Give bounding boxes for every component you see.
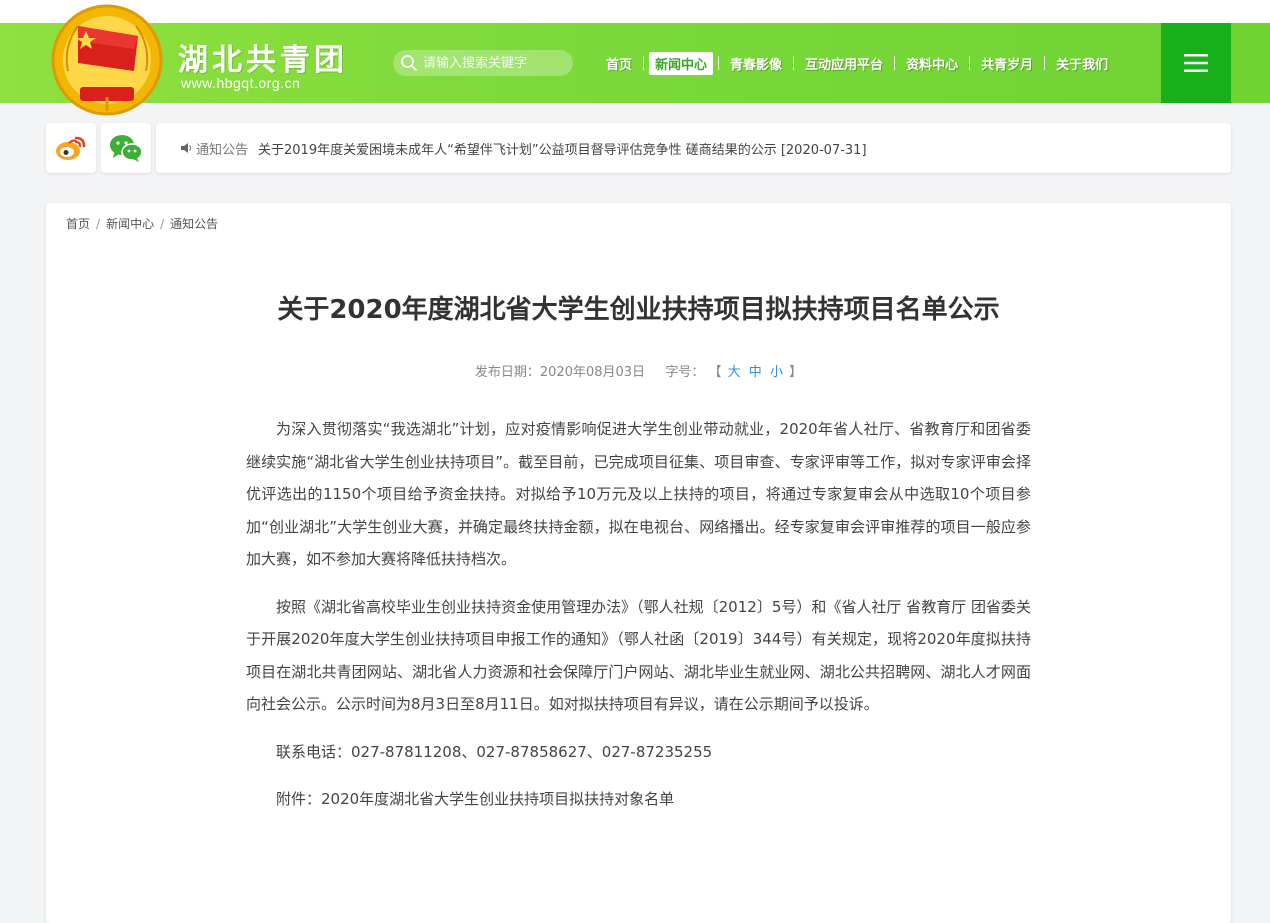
site-header: 湖北共青团 www.hbgqt.org.cn 首页 新闻中心 青春影像 互动应用… xyxy=(0,4,1270,116)
nav-divider xyxy=(643,56,645,70)
breadcrumb-separator: / xyxy=(96,216,101,231)
menu-button[interactable] xyxy=(1161,23,1231,103)
font-size-bracket-open: 【 xyxy=(708,365,722,380)
attachment-link[interactable]: 附件：2020年度湖北省大学生创业扶持项目拟扶持对象名单 xyxy=(246,783,1031,816)
wechat-icon xyxy=(110,135,143,162)
cyl-emblem-logo[interactable] xyxy=(48,1,166,119)
nav-home[interactable]: 首页 xyxy=(600,52,638,75)
weibo-button[interactable] xyxy=(46,123,96,173)
font-size-small[interactable]: 小 xyxy=(770,365,783,380)
notice-label: 通知公告 xyxy=(196,142,249,158)
font-size-bracket-close: 】 xyxy=(789,365,803,380)
nav-about-us[interactable]: 关于我们 xyxy=(1050,52,1114,75)
nav-divider xyxy=(1044,56,1046,70)
nav-divider xyxy=(969,56,971,70)
font-size-medium[interactable]: 中 xyxy=(749,365,762,380)
nav-youth-images[interactable]: 青春影像 xyxy=(724,52,788,75)
breadcrumb-separator: / xyxy=(160,216,165,231)
nav-history[interactable]: 共青岁月 xyxy=(975,52,1039,75)
article-card: 首页 / 新闻中心 / 通知公告 关于2020年度湖北省大学生创业扶持项目拟扶持… xyxy=(46,203,1231,923)
font-size-large[interactable]: 大 xyxy=(728,365,741,380)
top-strip xyxy=(0,0,1270,23)
breadcrumb: 首页 / 新闻中心 / 通知公告 xyxy=(66,215,218,232)
site-url: www.hbgqt.org.cn xyxy=(181,75,301,91)
site-name: 湖北共青团 xyxy=(178,43,348,78)
font-size-label: 字号： xyxy=(665,365,705,380)
notice-bar: 通知公告 关于2019年度关爱困境未成年人“希望伴飞计划”公益项目督导评估竞争性… xyxy=(156,123,1231,173)
search-box[interactable] xyxy=(393,50,573,76)
article-meta: 发布日期：2020年08月03日 字号： 【 大 中 小 】 xyxy=(46,361,1231,380)
article-paragraph: 按照《湖北省高校毕业生创业扶持资金使用管理办法》（鄂人社规〔2012〕5号）和《… xyxy=(246,597,1031,714)
search-icon[interactable] xyxy=(399,53,419,73)
nav-divider xyxy=(718,56,720,70)
article-body: 为深入贯彻落实“我选湖北”计划，应对疫情影响促进大学生创业带动就业，2020年省… xyxy=(246,413,1031,831)
article-paragraph: 为深入贯彻落实“我选湖北”计划，应对疫情影响促进大学生创业带动就业，2020年省… xyxy=(246,420,1031,568)
breadcrumb-news-center[interactable]: 新闻中心 xyxy=(106,215,154,232)
nav-interactive-platform[interactable]: 互动应用平台 xyxy=(799,52,889,75)
nav-divider xyxy=(793,56,795,70)
article-title: 关于2020年度湖北省大学生创业扶持项目拟扶持项目名单公示 xyxy=(277,295,1000,325)
nav-divider xyxy=(894,56,896,70)
speaker-icon xyxy=(181,143,191,153)
notice-link[interactable]: 关于2019年度关爱困境未成年人“希望伴飞计划”公益项目督导评估竞争性 磋商结果… xyxy=(258,139,867,158)
nav-resource-center[interactable]: 资料中心 xyxy=(900,52,964,75)
wechat-button[interactable] xyxy=(101,123,151,173)
hamburger-icon xyxy=(1184,54,1208,72)
main-nav: 首页 新闻中心 青春影像 互动应用平台 资料中心 共青岁月 关于我们 xyxy=(600,51,1114,75)
breadcrumb-notices[interactable]: 通知公告 xyxy=(170,215,218,232)
contact-phone: 联系电话：027-87811208、027-87858627、027-87235… xyxy=(276,742,713,761)
weibo-icon xyxy=(56,136,86,160)
nav-news-center[interactable]: 新闻中心 xyxy=(649,51,714,75)
search-input[interactable] xyxy=(419,52,559,74)
breadcrumb-home[interactable]: 首页 xyxy=(66,215,90,232)
publish-date: 发布日期：2020年08月03日 xyxy=(474,365,646,380)
